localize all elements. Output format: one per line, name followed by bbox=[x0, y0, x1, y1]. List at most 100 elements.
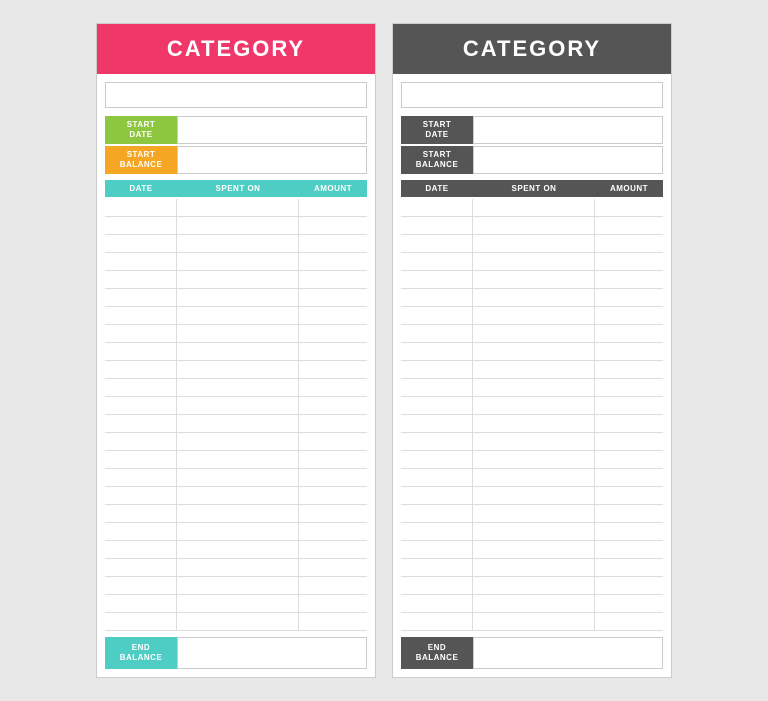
spent-cell[interactable] bbox=[177, 577, 299, 594]
table-row[interactable] bbox=[105, 361, 367, 379]
table-row[interactable] bbox=[105, 235, 367, 253]
amount-cell[interactable] bbox=[595, 469, 663, 486]
date-cell[interactable] bbox=[401, 559, 473, 576]
spent-cell[interactable] bbox=[473, 235, 595, 252]
date-cell[interactable] bbox=[105, 289, 177, 306]
date-cell[interactable] bbox=[401, 361, 473, 378]
date-cell[interactable] bbox=[401, 253, 473, 270]
date-cell[interactable] bbox=[105, 487, 177, 504]
date-cell[interactable] bbox=[105, 343, 177, 360]
spent-cell[interactable] bbox=[177, 469, 299, 486]
date-cell[interactable] bbox=[105, 451, 177, 468]
amount-cell[interactable] bbox=[595, 433, 663, 450]
spent-cell[interactable] bbox=[177, 595, 299, 612]
date-cell[interactable] bbox=[401, 505, 473, 522]
table-row[interactable] bbox=[401, 415, 663, 433]
amount-cell[interactable] bbox=[595, 415, 663, 432]
date-cell[interactable] bbox=[401, 433, 473, 450]
date-cell[interactable] bbox=[105, 415, 177, 432]
amount-cell[interactable] bbox=[595, 397, 663, 414]
table-row[interactable] bbox=[401, 307, 663, 325]
date-cell[interactable] bbox=[401, 595, 473, 612]
table-row[interactable] bbox=[401, 379, 663, 397]
date-cell[interactable] bbox=[105, 199, 177, 216]
amount-cell[interactable] bbox=[299, 289, 367, 306]
spent-cell[interactable] bbox=[177, 253, 299, 270]
date-cell[interactable] bbox=[401, 613, 473, 630]
table-row[interactable] bbox=[401, 271, 663, 289]
date-cell[interactable] bbox=[105, 271, 177, 288]
date-cell[interactable] bbox=[105, 307, 177, 324]
date-cell[interactable] bbox=[105, 541, 177, 558]
amount-cell[interactable] bbox=[595, 217, 663, 234]
amount-cell[interactable] bbox=[595, 523, 663, 540]
start-date-input[interactable] bbox=[177, 116, 367, 144]
date-cell[interactable] bbox=[401, 523, 473, 540]
amount-cell[interactable] bbox=[299, 469, 367, 486]
spent-cell[interactable] bbox=[177, 397, 299, 414]
spent-cell[interactable] bbox=[473, 271, 595, 288]
spent-cell[interactable] bbox=[177, 217, 299, 234]
date-cell[interactable] bbox=[401, 397, 473, 414]
spent-cell[interactable] bbox=[177, 559, 299, 576]
amount-cell[interactable] bbox=[299, 451, 367, 468]
date-cell[interactable] bbox=[105, 613, 177, 630]
date-cell[interactable] bbox=[401, 271, 473, 288]
date-cell[interactable] bbox=[401, 289, 473, 306]
table-row[interactable] bbox=[401, 217, 663, 235]
table-row[interactable] bbox=[105, 469, 367, 487]
spent-cell[interactable] bbox=[177, 379, 299, 396]
amount-cell[interactable] bbox=[299, 577, 367, 594]
table-row[interactable] bbox=[105, 451, 367, 469]
table-row[interactable] bbox=[105, 343, 367, 361]
amount-cell[interactable] bbox=[299, 235, 367, 252]
table-row[interactable] bbox=[401, 613, 663, 631]
spent-cell[interactable] bbox=[473, 361, 595, 378]
table-row[interactable] bbox=[105, 307, 367, 325]
spent-cell[interactable] bbox=[177, 505, 299, 522]
table-row[interactable] bbox=[105, 559, 367, 577]
date-cell[interactable] bbox=[401, 541, 473, 558]
spent-cell[interactable] bbox=[473, 397, 595, 414]
spent-cell[interactable] bbox=[473, 217, 595, 234]
spent-cell[interactable] bbox=[177, 343, 299, 360]
table-row[interactable] bbox=[105, 253, 367, 271]
amount-cell[interactable] bbox=[595, 379, 663, 396]
spent-cell[interactable] bbox=[473, 541, 595, 558]
amount-cell[interactable] bbox=[595, 253, 663, 270]
amount-cell[interactable] bbox=[299, 217, 367, 234]
table-row[interactable] bbox=[401, 361, 663, 379]
table-row[interactable] bbox=[105, 487, 367, 505]
spent-cell[interactable] bbox=[177, 271, 299, 288]
date-cell[interactable] bbox=[401, 307, 473, 324]
amount-cell[interactable] bbox=[595, 343, 663, 360]
amount-cell[interactable] bbox=[595, 487, 663, 504]
table-row[interactable] bbox=[105, 595, 367, 613]
table-row[interactable] bbox=[401, 325, 663, 343]
table-row[interactable] bbox=[401, 577, 663, 595]
table-row[interactable] bbox=[105, 613, 367, 631]
date-cell[interactable] bbox=[105, 523, 177, 540]
colorful-name-field[interactable] bbox=[105, 82, 367, 108]
amount-cell[interactable] bbox=[595, 361, 663, 378]
spent-cell[interactable] bbox=[473, 487, 595, 504]
date-cell[interactable] bbox=[105, 217, 177, 234]
spent-cell[interactable] bbox=[473, 577, 595, 594]
amount-cell[interactable] bbox=[299, 361, 367, 378]
amount-cell[interactable] bbox=[299, 415, 367, 432]
table-row[interactable] bbox=[401, 559, 663, 577]
amount-cell[interactable] bbox=[299, 433, 367, 450]
spent-cell[interactable] bbox=[177, 325, 299, 342]
table-row[interactable] bbox=[105, 379, 367, 397]
spent-cell[interactable] bbox=[473, 613, 595, 630]
spent-cell[interactable] bbox=[473, 433, 595, 450]
gray-start-balance-input[interactable] bbox=[473, 146, 663, 174]
spent-cell[interactable] bbox=[473, 595, 595, 612]
amount-cell[interactable] bbox=[595, 595, 663, 612]
date-cell[interactable] bbox=[105, 235, 177, 252]
date-cell[interactable] bbox=[401, 199, 473, 216]
date-cell[interactable] bbox=[401, 415, 473, 432]
date-cell[interactable] bbox=[401, 451, 473, 468]
date-cell[interactable] bbox=[401, 325, 473, 342]
date-cell[interactable] bbox=[105, 469, 177, 486]
